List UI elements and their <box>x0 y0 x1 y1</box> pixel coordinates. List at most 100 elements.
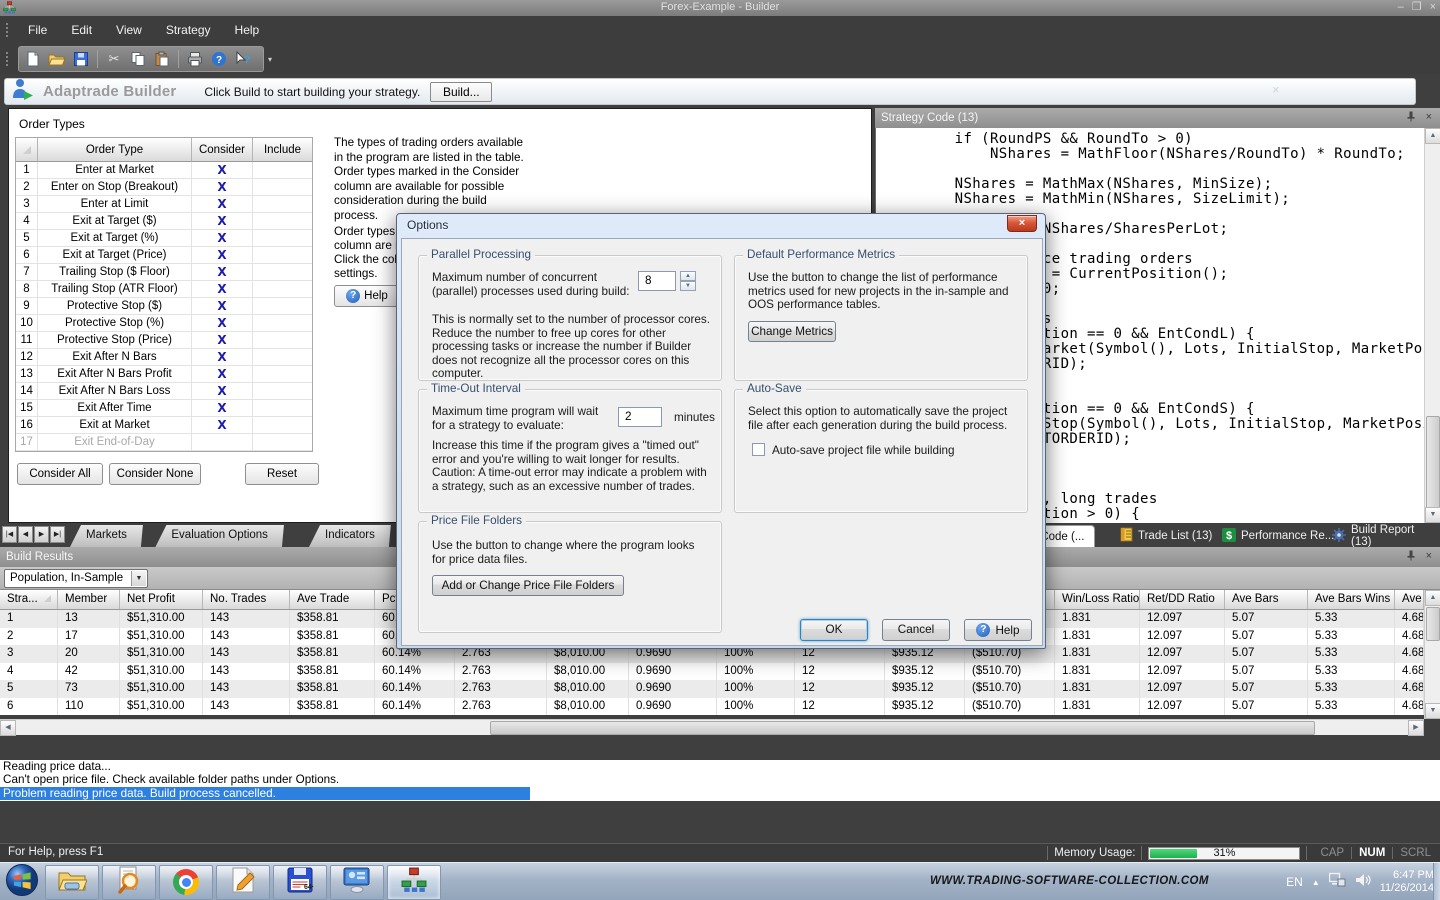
consider-cell[interactable]: X <box>192 366 253 383</box>
include-cell[interactable] <box>253 434 312 451</box>
include-cell[interactable] <box>253 366 312 383</box>
toolbar-overflow-icon[interactable]: ▾ <box>268 55 272 64</box>
order-type-row[interactable]: 5Exit at Target (%)X <box>16 230 312 247</box>
order-type-row[interactable]: 4Exit at Target ($)X <box>16 213 312 230</box>
autosave-checkbox[interactable] <box>752 443 765 456</box>
last-record-icon[interactable]: ▶| <box>50 526 65 543</box>
order-type-row[interactable]: 2Enter on Stop (Breakout)X <box>16 179 312 196</box>
tab-trade-list-13-[interactable]: Trade List (13) <box>1110 525 1222 547</box>
include-cell[interactable] <box>253 213 312 230</box>
include-cell[interactable] <box>253 196 312 213</box>
results-column-header[interactable]: No. Trades <box>203 590 290 609</box>
taskbar-search-button[interactable] <box>102 865 156 900</box>
order-type-row[interactable]: 10Protective Stop (%)X <box>16 315 312 332</box>
close-icon[interactable]: × <box>1430 0 1436 14</box>
results-column-header[interactable]: Stra... <box>0 590 58 609</box>
start-button[interactable] <box>2 864 42 900</box>
maximize-icon[interactable]: ❐ <box>1412 0 1422 14</box>
order-type-row[interactable]: 8Trailing Stop (ATR Floor)X <box>16 281 312 298</box>
context-help-icon[interactable]: ? <box>232 49 254 69</box>
clock[interactable]: 6:47 PM 11/26/2014 <box>1380 869 1434 895</box>
results-column-header[interactable]: Ave Trade <box>290 590 375 609</box>
results-column-header[interactable]: Member <box>58 590 120 609</box>
options-dialog-titlebar[interactable]: Options <box>397 214 1045 238</box>
consider-cell[interactable] <box>192 434 253 451</box>
taskbar-text-editor-button[interactable] <box>216 865 270 900</box>
order-type-row[interactable]: 1Enter at MarketX <box>16 162 312 179</box>
build-button[interactable]: Build... <box>430 82 492 102</box>
scroll-left-icon[interactable]: ◀ <box>0 720 16 736</box>
consider-cell[interactable]: X <box>192 247 253 264</box>
open-icon[interactable] <box>46 49 68 69</box>
menu-help[interactable]: Help <box>223 19 272 41</box>
show-desktop-button[interactable] <box>1433 863 1440 900</box>
output-line-selected[interactable]: Problem reading price data. Build proces… <box>0 787 530 800</box>
new-icon[interactable] <box>22 49 44 69</box>
pin-icon[interactable] <box>1406 550 1416 564</box>
close-panel-icon[interactable]: × <box>1426 111 1432 125</box>
results-row[interactable]: 442$51,310.00143$358.8160.14%2.763$8,010… <box>0 663 1424 681</box>
scroll-right-icon[interactable]: ▶ <box>1408 720 1424 736</box>
order-type-row[interactable]: 12Exit After N BarsX <box>16 349 312 366</box>
order-type-row[interactable]: 16Exit at MarketX <box>16 417 312 434</box>
include-cell[interactable] <box>253 315 312 332</box>
scroll-up-icon[interactable]: ▲ <box>1425 590 1440 606</box>
consider-column-header[interactable]: Consider <box>192 138 253 162</box>
dialog-close-icon[interactable]: × <box>1007 215 1037 232</box>
order-type-row[interactable]: 17Exit End-of-Day <box>16 434 312 451</box>
include-column-header[interactable]: Include <box>253 138 312 162</box>
results-column-header[interactable]: Ave <box>1395 590 1424 609</box>
dialog-help-button[interactable]: ? Help <box>964 619 1032 641</box>
order-type-row[interactable]: 11Protective Stop (Price)X <box>16 332 312 349</box>
output-line[interactable]: Reading price data... <box>0 760 1440 773</box>
order-type-row[interactable]: 7Trailing Stop ($ Floor)X <box>16 264 312 281</box>
consider-cell[interactable]: X <box>192 230 253 247</box>
consider-cell[interactable]: X <box>192 179 253 196</box>
reset-button[interactable]: Reset <box>245 463 319 485</box>
order-type-row[interactable]: 15Exit After TimeX <box>16 400 312 417</box>
tab-markets[interactable]: Markets <box>70 525 143 547</box>
tray-chevron-up-icon[interactable]: ▲ <box>1312 878 1320 887</box>
consider-all-button[interactable]: Consider All <box>17 463 103 485</box>
results-view-dropdown[interactable]: Population, In-Sample ▼ <box>4 569 148 588</box>
include-cell[interactable] <box>253 400 312 417</box>
order-types-help-button[interactable]: ? Help <box>334 285 400 307</box>
save-icon[interactable] <box>70 49 92 69</box>
tab-indicators[interactable]: Indicators <box>309 525 391 547</box>
include-cell[interactable] <box>253 298 312 315</box>
results-column-header[interactable]: Net Profit <box>120 590 203 609</box>
results-column-header[interactable]: Win/Loss Ratio <box>1055 590 1140 609</box>
next-record-icon[interactable]: ▶ <box>34 526 49 543</box>
menu-view[interactable]: View <box>104 19 154 41</box>
cut-icon[interactable]: ✂ <box>103 49 125 69</box>
tab-build-report-13-[interactable]: Build Report (13) <box>1322 525 1440 547</box>
include-cell[interactable] <box>253 264 312 281</box>
order-type-row[interactable]: 13Exit After N Bars ProfitX <box>16 366 312 383</box>
minimize-icon[interactable]: – <box>1398 0 1404 14</box>
scroll-up-icon[interactable]: ▲ <box>1425 128 1440 144</box>
consider-cell[interactable]: X <box>192 383 253 400</box>
results-scroll-thumb[interactable] <box>1426 607 1440 641</box>
order-type-row[interactable]: 3Enter at LimitX <box>16 196 312 213</box>
consider-cell[interactable]: X <box>192 400 253 417</box>
menu-strategy[interactable]: Strategy <box>154 19 223 41</box>
order-type-column-header[interactable]: Order Type <box>38 138 192 162</box>
taskbar-chrome-button[interactable] <box>159 865 213 900</box>
order-type-row[interactable]: 9Protective Stop ($)X <box>16 298 312 315</box>
include-cell[interactable] <box>253 247 312 264</box>
tab-evaluation-options[interactable]: Evaluation Options <box>155 525 284 547</box>
results-row[interactable]: 573$51,310.00143$358.8160.14%2.763$8,010… <box>0 680 1424 698</box>
results-horizontal-scrollbar[interactable]: ◀ ▶ <box>0 719 1424 735</box>
menu-file[interactable]: File <box>16 19 59 41</box>
results-hscroll-thumb[interactable] <box>490 721 1315 735</box>
timeout-minutes-input[interactable]: 2 <box>618 407 662 427</box>
consider-cell[interactable]: X <box>192 349 253 366</box>
taskbar-display-settings-button[interactable] <box>330 865 384 900</box>
cancel-button[interactable]: Cancel <box>882 619 950 641</box>
consider-cell[interactable]: X <box>192 281 253 298</box>
include-cell[interactable] <box>253 332 312 349</box>
prev-record-icon[interactable]: ◀ <box>18 526 33 543</box>
change-metrics-button[interactable]: Change Metrics <box>748 321 836 342</box>
consider-cell[interactable]: X <box>192 298 253 315</box>
include-cell[interactable] <box>253 281 312 298</box>
